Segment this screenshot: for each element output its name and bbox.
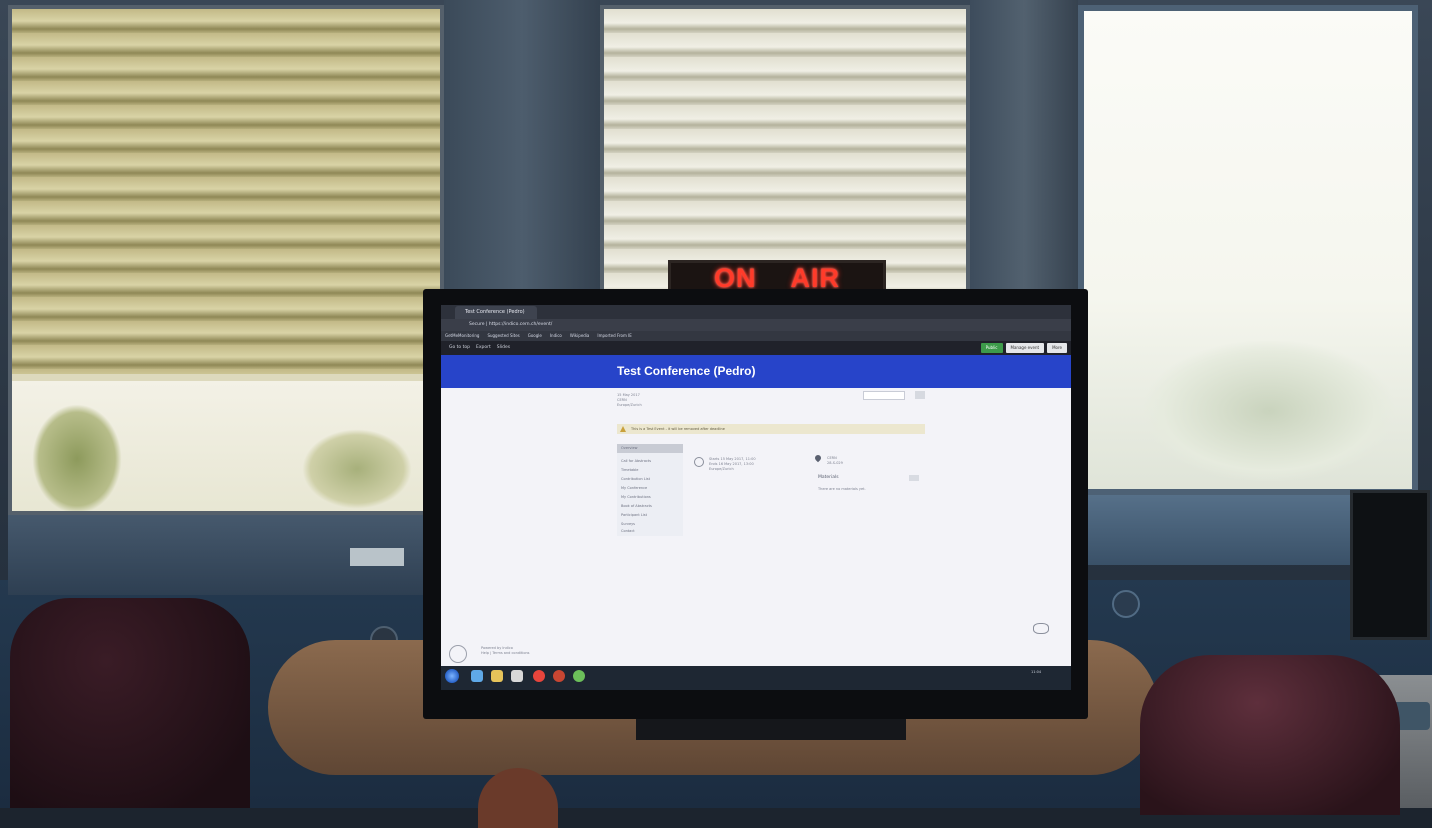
sidebar-item[interactable]: Overview	[621, 446, 637, 450]
window-middle-blinds	[600, 5, 970, 295]
app-icon[interactable]	[573, 670, 585, 682]
bookmark[interactable]: Google	[528, 331, 542, 341]
wall-pillar	[970, 0, 1078, 300]
search-input[interactable]	[863, 391, 905, 400]
bookmark[interactable]: Suggested Sites	[487, 331, 519, 341]
location-room: 28-S-029	[827, 461, 843, 465]
event-toolbar	[441, 341, 1071, 355]
footer-line[interactable]: Help | Terms and conditions	[481, 651, 530, 656]
toolbar-item[interactable]: Go to top	[449, 341, 470, 355]
clock-icon	[694, 457, 704, 467]
public-button[interactable]: Public	[980, 343, 1003, 353]
sidebar-item[interactable]: Contribution List	[621, 477, 650, 481]
window-right	[1078, 5, 1418, 495]
toolbar-item[interactable]: Slides	[497, 341, 510, 355]
page-title: Test Conference (Pedro)	[617, 364, 756, 378]
media-icon[interactable]	[511, 670, 523, 682]
bookmarks-row: GetMeMonitoring Suggested Sites Google I…	[445, 331, 632, 341]
sidebar-item[interactable]: My Conference	[621, 486, 647, 490]
location-pin-icon	[813, 453, 823, 463]
address-text: Secure | https://indico.cern.ch/event/	[469, 322, 553, 327]
bookmark[interactable]: Wikipedia	[570, 331, 590, 341]
sidebar-item[interactable]: Timetable	[621, 468, 638, 472]
event-location: CERN 28-S-029	[827, 456, 843, 466]
toolbar-item[interactable]: Export	[476, 341, 491, 355]
cern-logo-icon	[1033, 623, 1049, 634]
sidebar-item[interactable]: My Contributions	[621, 495, 651, 499]
side-monitor	[1350, 490, 1430, 640]
chair	[1140, 655, 1400, 815]
tv-screen: Test Conference (Pedro) Secure | https:/…	[441, 305, 1071, 690]
indico-logo-icon	[449, 645, 467, 663]
timezone: Europe/Zurich	[709, 467, 734, 471]
footer-text: Powered by Indico Help | Terms and condi…	[481, 646, 530, 656]
sidebar-item[interactable]: Surveys	[621, 522, 635, 526]
app-icon[interactable]	[553, 670, 565, 682]
outdoor-bush	[1144, 341, 1394, 481]
conference-banner	[441, 355, 1071, 388]
bookmark[interactable]: Imported From IE	[597, 331, 631, 341]
sidebar-item[interactable]: Contact	[621, 529, 635, 533]
event-times: Starts 15 May 2017, 11:00 Ends 16 May 20…	[709, 457, 756, 472]
wall-junction-box	[350, 548, 404, 566]
sidebar-item[interactable]: Book of Abstracts	[621, 504, 652, 508]
bookmark[interactable]: GetMeMonitoring	[445, 331, 479, 341]
start-button-icon[interactable]	[445, 669, 459, 683]
taskbar-clock: 11:04	[1031, 670, 1042, 674]
date-line: Europe/Zurich	[617, 403, 642, 407]
toolbar-left: Go to top Export Slides	[449, 341, 510, 355]
folder-icon[interactable]	[491, 670, 503, 682]
event-date-block: 15 May 2017 CERN Europe/Zurich	[617, 393, 642, 408]
wall-outlet	[1112, 590, 1140, 618]
outdoor-bush	[302, 429, 412, 509]
toolbar-right: Public Manage event More	[980, 343, 1067, 353]
materials-menu-button[interactable]	[909, 475, 919, 481]
search-button[interactable]	[915, 391, 925, 399]
notice-text: This is a Test Event - it will be remove…	[631, 427, 725, 431]
window-blinds	[12, 9, 440, 374]
bookmark[interactable]: Indico	[550, 331, 562, 341]
ie-icon[interactable]	[471, 670, 483, 682]
warning-icon	[620, 426, 626, 432]
outdoor-bush	[32, 404, 122, 511]
chrome-icon[interactable]	[533, 670, 545, 682]
manage-event-button[interactable]: Manage event	[1005, 343, 1045, 353]
materials-heading: Materials	[818, 475, 839, 480]
sidebar-item[interactable]: Participant List	[621, 513, 647, 517]
materials-text: There are no materials yet.	[818, 487, 866, 491]
chair	[10, 598, 250, 808]
sidebar-item[interactable]: Call for Abstracts	[621, 459, 651, 463]
window-left	[8, 5, 444, 515]
wall-pillar	[444, 0, 600, 300]
browser-tab[interactable]: Test Conference (Pedro)	[455, 306, 537, 319]
more-button[interactable]: More	[1047, 343, 1067, 353]
